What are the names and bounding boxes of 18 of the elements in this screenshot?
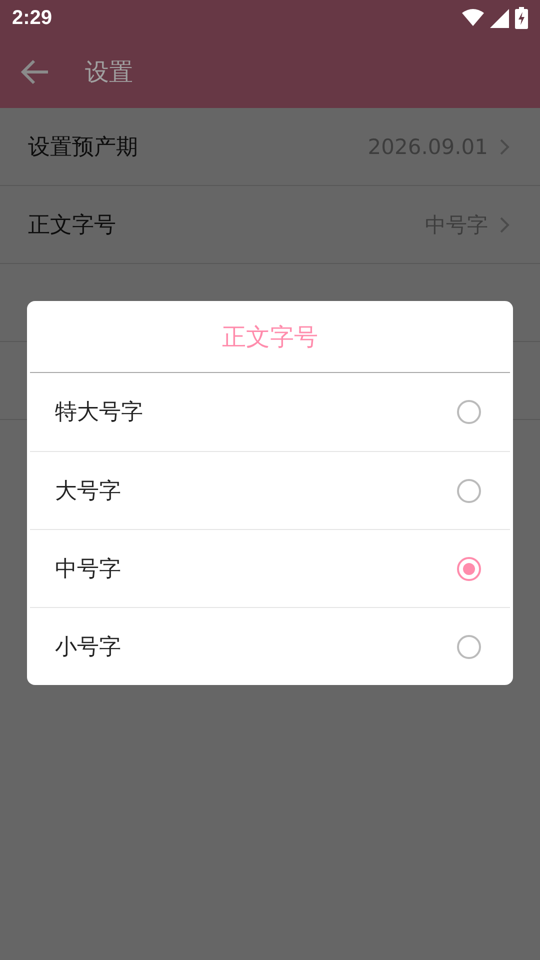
status-time: 2:29: [12, 6, 52, 30]
setting-label: 设置预产期: [28, 134, 138, 162]
signal-icon: [490, 8, 509, 28]
font-size-option[interactable]: 大号字: [30, 451, 510, 529]
radio-button[interactable]: [457, 400, 481, 424]
radio-button[interactable]: [457, 478, 481, 502]
radio-button[interactable]: [457, 634, 481, 658]
font-size-option[interactable]: 特大号字: [30, 373, 510, 451]
battery-icon: [515, 7, 528, 29]
chevron-icon: [498, 216, 512, 234]
setting-label: 正文字号: [28, 212, 116, 240]
radio-button[interactable]: [457, 556, 481, 580]
font-size-option[interactable]: 小号字: [30, 607, 510, 685]
chevron-icon: [498, 138, 512, 156]
wifi-icon: [462, 9, 484, 27]
font-size-option[interactable]: 中号字: [30, 529, 510, 607]
dialog-title: 正文字号: [221, 322, 319, 352]
toolbar-title: 设置: [85, 57, 133, 88]
